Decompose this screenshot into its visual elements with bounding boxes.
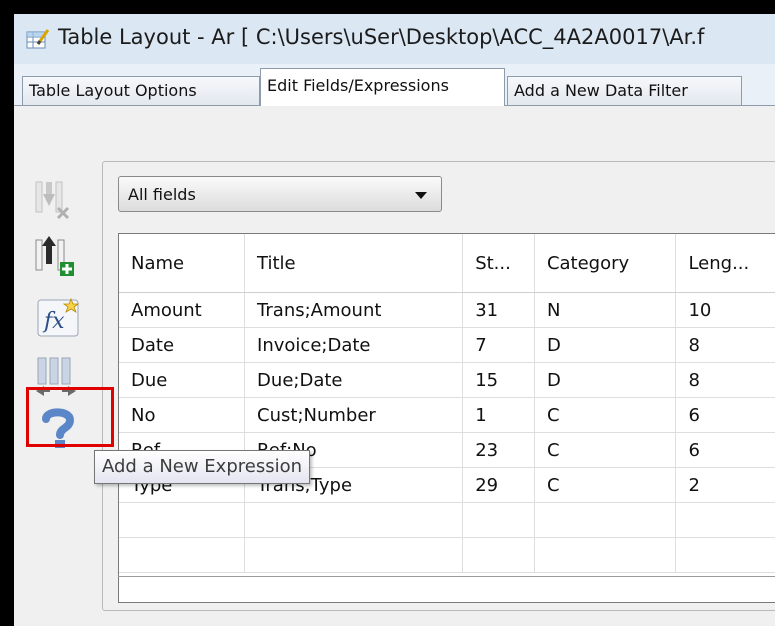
window-title: Table Layout - Ar [ C:\Users\uSer\Deskto… <box>58 25 705 49</box>
add-field-icon <box>35 236 74 276</box>
dropdown-selected-value: All fields <box>128 185 196 204</box>
tab-table-layout-options[interactable]: Table Layout Options <box>22 76 260 105</box>
cell-name: Date <box>119 327 246 363</box>
svg-text:fx: fx <box>42 309 65 334</box>
fields-grid[interactable]: Name Title St... Category Leng... Amount… <box>118 233 775 603</box>
title-bar[interactable]: Table Layout - Ar [ C:\Users\uSer\Deskto… <box>14 14 775 65</box>
cell-length: 2 <box>675 467 775 503</box>
cell-title: Invoice;Date <box>244 327 464 363</box>
table-header-row: Name Title St... Category Leng... <box>119 234 775 293</box>
remove-field-icon <box>35 181 70 220</box>
tab-label: Add a New Data Filter <box>514 81 688 100</box>
grid-footer-line <box>118 576 775 577</box>
add-expression-icon: fx <box>37 297 80 337</box>
table-edit-icon <box>26 29 50 49</box>
fields-table: Name Title St... Category Leng... Amount… <box>119 234 775 573</box>
table-row[interactable]: Due Due;Date 15 D 8 <box>119 362 775 398</box>
cell-start: 23 <box>462 432 535 468</box>
table-row[interactable]: Date Invoice;Date 7 D 8 <box>119 327 775 363</box>
add-expression-tooltip: Add a New Expression <box>94 450 311 484</box>
tab-label: Table Layout Options <box>29 81 197 100</box>
tab-label: Edit Fields/Expressions <box>267 76 449 95</box>
cell-category: C <box>534 467 677 503</box>
column-header-length[interactable]: Leng... <box>675 234 775 293</box>
cell-name <box>119 537 246 573</box>
column-header-start[interactable]: St... <box>462 234 535 293</box>
column-header-category[interactable]: Category <box>534 234 677 293</box>
cell-start: 31 <box>462 292 535 328</box>
table-row[interactable]: No Cust;Number 1 C 6 <box>119 397 775 433</box>
cell-category <box>534 537 677 573</box>
cell-start: 7 <box>462 327 535 363</box>
cell-title <box>244 502 464 538</box>
cell-title <box>244 537 464 573</box>
cell-start <box>462 537 535 573</box>
cell-length <box>675 537 775 573</box>
table-row[interactable] <box>119 502 775 538</box>
cell-length <box>675 502 775 538</box>
cell-category: D <box>534 362 677 398</box>
cell-name: No <box>119 397 246 433</box>
cell-start: 1 <box>462 397 535 433</box>
tab-edit-fields-expressions[interactable]: Edit Fields/Expressions <box>260 68 505 106</box>
cell-start: 29 <box>462 467 535 503</box>
cell-name <box>119 502 246 538</box>
column-header-title[interactable]: Title <box>244 234 464 293</box>
cell-length: 8 <box>675 327 775 363</box>
cell-start: 15 <box>462 362 535 398</box>
cell-start <box>462 502 535 538</box>
cell-title: Cust;Number <box>244 397 464 433</box>
cell-category <box>534 502 677 538</box>
cell-title: Trans;Amount <box>244 292 464 328</box>
cell-title: Due;Date <box>244 362 464 398</box>
add-field-button[interactable] <box>34 234 80 278</box>
cell-category: D <box>534 327 677 363</box>
chevron-down-icon <box>415 192 427 199</box>
table-layout-window: Table Layout - Ar [ C:\Users\uSer\Deskto… <box>14 14 775 626</box>
add-expression-highlight <box>26 387 114 447</box>
cell-name: Amount <box>119 292 246 328</box>
add-expression-button[interactable]: fx <box>36 296 82 340</box>
column-header-name[interactable]: Name <box>119 234 246 293</box>
cell-length: 10 <box>675 292 775 328</box>
cell-category: C <box>534 432 677 468</box>
edit-fields-panel: fx All fields Name Title St... Category … <box>14 106 775 626</box>
table-row[interactable]: Amount Trans;Amount 31 N 10 <box>119 292 775 328</box>
cell-length: 6 <box>675 432 775 468</box>
cell-category: N <box>534 292 677 328</box>
tab-add-data-filter[interactable]: Add a New Data Filter <box>507 76 742 105</box>
table-row[interactable] <box>119 537 775 573</box>
cell-length: 8 <box>675 362 775 398</box>
cell-name: Due <box>119 362 246 398</box>
cell-length: 6 <box>675 397 775 433</box>
field-filter-dropdown[interactable]: All fields <box>118 176 442 212</box>
cell-category: C <box>534 397 677 433</box>
remove-field-button[interactable] <box>34 178 80 222</box>
